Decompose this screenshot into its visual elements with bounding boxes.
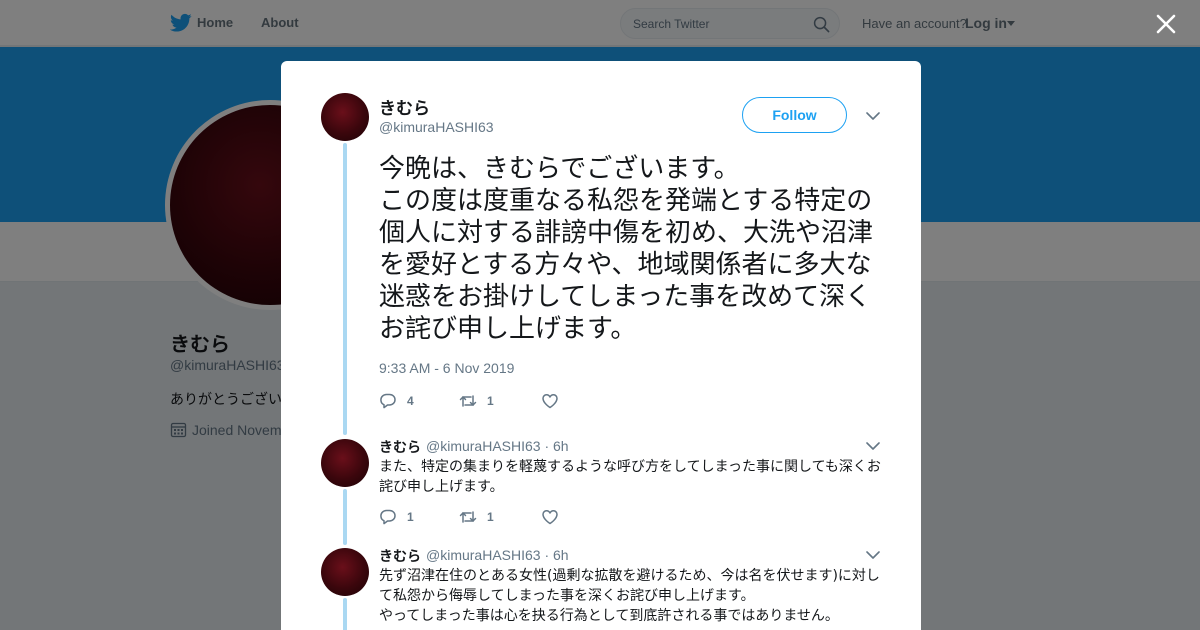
thread-line xyxy=(343,143,347,435)
reply-author-handle[interactable]: @kimuraHASHI63 · 6h xyxy=(426,547,569,563)
chevron-down-icon[interactable] xyxy=(866,112,880,120)
reply-author-name[interactable]: きむら xyxy=(379,546,421,566)
thread-line xyxy=(343,598,347,630)
tweet-timestamp[interactable]: 9:33 AM - 6 Nov 2019 xyxy=(379,360,514,376)
reply-handle[interactable]: @kimuraHASHI63 xyxy=(426,438,541,454)
like-icon[interactable] xyxy=(541,392,559,410)
avatar[interactable] xyxy=(321,548,369,596)
retweet-icon[interactable] xyxy=(459,392,477,410)
tweet-author-handle[interactable]: @kimuraHASHI63 xyxy=(379,119,494,135)
tweet-author-name[interactable]: きむら xyxy=(379,94,430,119)
reply-text: また、特定の集まりを軽蔑するような呼び方をしてしまった事に関しても深くお詫び申し… xyxy=(379,459,881,495)
avatar[interactable] xyxy=(321,93,369,141)
follow-button[interactable]: Follow xyxy=(742,97,847,133)
reply-icon[interactable] xyxy=(379,508,397,526)
reply-author-name[interactable]: きむら xyxy=(379,437,421,457)
chevron-down-icon[interactable] xyxy=(866,442,880,450)
reply-count: 1 xyxy=(407,510,414,524)
tweet-modal: きむら @kimuraHASHI63 Follow 今晩は、きむらでございます。… xyxy=(281,61,921,630)
close-icon[interactable] xyxy=(1155,13,1177,35)
retweet-count: 1 xyxy=(487,394,494,408)
reply-icon[interactable] xyxy=(379,392,397,410)
reply-time[interactable]: · 6h xyxy=(544,547,568,563)
like-icon[interactable] xyxy=(541,508,559,526)
thread-line xyxy=(343,489,347,545)
chevron-down-icon[interactable] xyxy=(866,551,880,559)
reply-author-handle[interactable]: @kimuraHASHI63 · 6h xyxy=(426,438,569,454)
reply-time[interactable]: · 6h xyxy=(544,438,568,454)
reply-handle[interactable]: @kimuraHASHI63 xyxy=(426,547,541,563)
reply-text: 先ず沼津在住のとある女性(過剰な拡散を避けるため、今は名を伏せます)に対して私怨… xyxy=(379,568,880,624)
retweet-icon[interactable] xyxy=(459,508,477,526)
retweet-count: 1 xyxy=(487,510,494,524)
avatar[interactable] xyxy=(321,439,369,487)
tweet-text: 今晩は、きむらでございます。 この度は度重なる私怨を発端とする特定の個人に対する… xyxy=(379,154,874,344)
reply-count: 4 xyxy=(407,394,414,408)
